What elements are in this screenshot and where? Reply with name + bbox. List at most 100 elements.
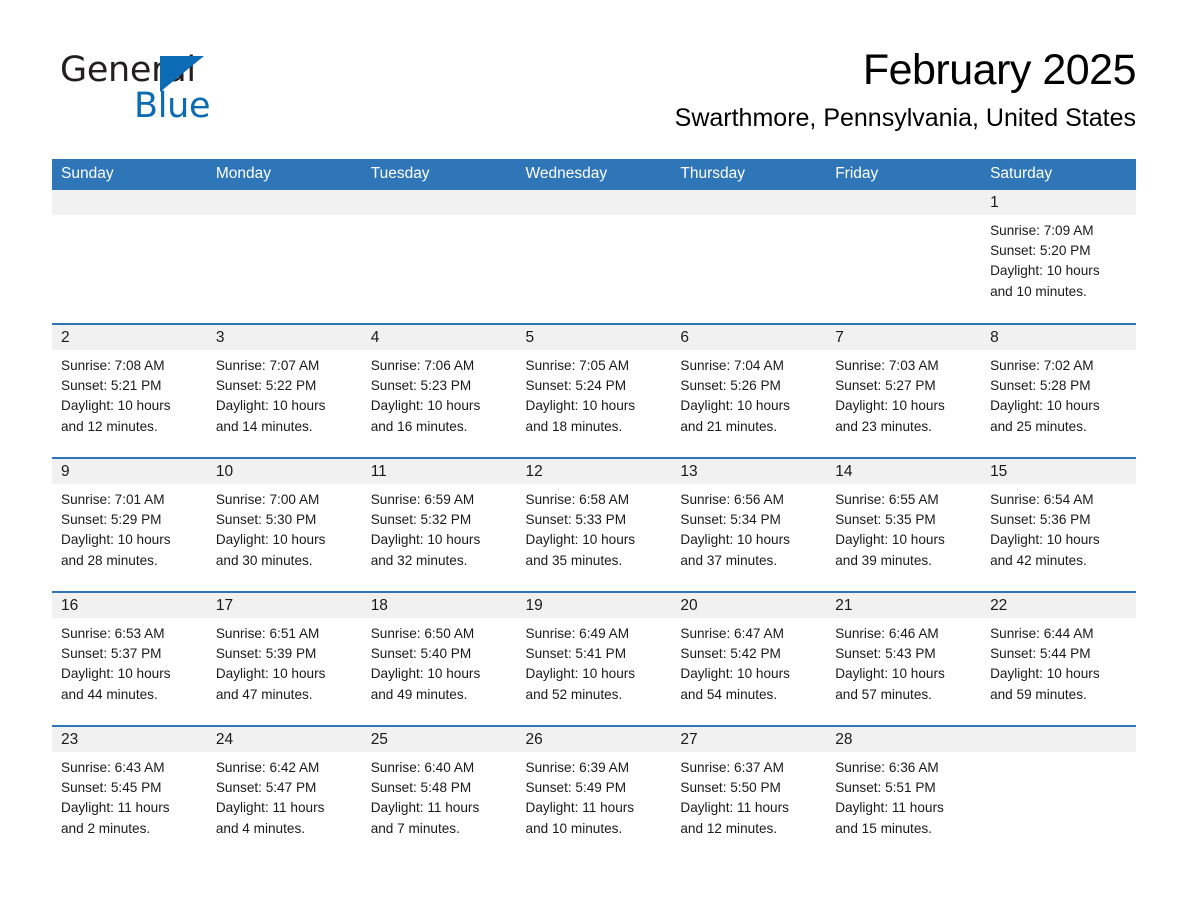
- sunset-time: Sunset: 5:21 PM: [61, 378, 162, 394]
- daylight-duration-line2: and 10 minutes.: [525, 820, 623, 836]
- calendar-cell-empty[interactable]: [826, 190, 982, 324]
- sunrise-time: Sunrise: 7:05 AM: [525, 358, 630, 373]
- sunrise-time: Sunrise: 7:08 AM: [61, 358, 165, 373]
- sunset-time: Sunset: 5:30 PM: [215, 512, 317, 528]
- calendar-day-cell[interactable]: 14 Sunrise: 6:55 AM Sunset: 5:35 PM Dayligh…: [826, 457, 982, 592]
- calendar-cell-empty[interactable]: [206, 190, 362, 324]
- calendar-day-cell[interactable]: 13 Sunrise: 6:56 AM Sunset: 5:34 PM Dayligh…: [671, 457, 827, 592]
- calendar-week-row: 1 Sunrise: 7:09 AM Sunset: 5:20 PM Daylight…: [52, 190, 1136, 324]
- sunset-time: Sunset: 5:48 PM: [370, 780, 472, 796]
- day-details: Sunrise: 7:02 AM Sunset: 5:28 PM Daylight:…: [981, 350, 1136, 437]
- page-title: February 2025: [862, 46, 1137, 94]
- day-number: 1: [981, 190, 1136, 215]
- day-details: Sunrise: 7:09 AM Sunset: 5:20 PM Daylight:…: [981, 215, 1136, 302]
- day-details: Sunrise: 6:47 AM Sunset: 5:42 PM Daylight:…: [671, 618, 826, 705]
- daylight-duration-line1: Daylight: 10 hours: [370, 532, 481, 548]
- title-block: February 2025 Swarthmore, Pennsylvania, …: [436, 44, 1137, 133]
- weekday-header-monday: Monday: [206, 159, 362, 190]
- day-number: 9: [52, 459, 207, 484]
- daylight-duration-line1: Daylight: 10 hours: [215, 398, 326, 414]
- sunrise-time: Sunrise: 6:44 AM: [990, 626, 1094, 641]
- sunset-time: Sunset: 5:40 PM: [370, 646, 472, 662]
- daylight-duration-line2: and 10 minutes.: [990, 283, 1087, 299]
- day-number-band-empty: [826, 190, 982, 215]
- calendar-day-cell[interactable]: 19 Sunrise: 6:49 AM Sunset: 5:41 PM Dayligh…: [516, 591, 672, 726]
- calendar-day-cell[interactable]: 20 Sunrise: 6:47 AM Sunset: 5:42 PM Dayligh…: [671, 591, 827, 726]
- daylight-duration-line2: and 23 minutes.: [835, 418, 932, 434]
- calendar-day-cell[interactable]: 25 Sunrise: 6:40 AM Sunset: 5:48 PM Dayligh…: [361, 725, 517, 860]
- calendar-day-cell[interactable]: 7 Sunrise: 7:03 AM Sunset: 5:27 PM Daylight…: [826, 323, 982, 458]
- day-details: Sunrise: 7:05 AM Sunset: 5:24 PM Daylight:…: [517, 350, 672, 437]
- sunset-time: Sunset: 5:42 PM: [680, 646, 781, 662]
- day-number: 28: [826, 727, 982, 752]
- daylight-duration-line1: Daylight: 10 hours: [680, 666, 790, 682]
- generalblue-logo[interactable]: General Blue: [60, 50, 270, 132]
- calendar-day-cell[interactable]: 15 Sunrise: 6:54 AM Sunset: 5:36 PM Dayligh…: [981, 457, 1136, 592]
- day-number: 20: [671, 593, 827, 618]
- sunrise-time: Sunrise: 6:37 AM: [680, 760, 784, 775]
- calendar-day-cell[interactable]: 11 Sunrise: 6:59 AM Sunset: 5:32 PM Dayligh…: [361, 457, 517, 592]
- calendar-day-cell[interactable]: 4 Sunrise: 7:06 AM Sunset: 5:23 PM Daylight…: [361, 323, 517, 458]
- calendar-cell-empty[interactable]: [361, 190, 517, 324]
- day-details: Sunrise: 6:36 AM Sunset: 5:51 PM Daylight:…: [826, 752, 981, 839]
- sunrise-time: Sunrise: 7:06 AM: [370, 358, 475, 373]
- weekday-header-row: Sunday Monday Tuesday Wednesday Thursday…: [52, 159, 1136, 190]
- daylight-duration-line1: Daylight: 10 hours: [990, 398, 1100, 414]
- calendar-day-cell[interactable]: 22 Sunrise: 6:44 AM Sunset: 5:44 PM Dayligh…: [981, 591, 1136, 726]
- day-number: 10: [206, 459, 362, 484]
- calendar-day-cell[interactable]: 16 Sunrise: 6:53 AM Sunset: 5:37 PM Dayligh…: [52, 591, 207, 726]
- daylight-duration-line2: and 14 minutes.: [215, 418, 313, 434]
- calendar-day-cell[interactable]: 8 Sunrise: 7:02 AM Sunset: 5:28 PM Daylight…: [981, 323, 1136, 458]
- calendar-day-cell[interactable]: 3 Sunrise: 7:07 AM Sunset: 5:22 PM Daylight…: [206, 323, 362, 458]
- calendar-day-cell[interactable]: 5 Sunrise: 7:05 AM Sunset: 5:24 PM Daylight…: [516, 323, 672, 458]
- day-number-band-empty: [516, 190, 672, 215]
- day-details: Sunrise: 6:53 AM Sunset: 5:37 PM Daylight:…: [52, 618, 207, 705]
- day-details: Sunrise: 6:46 AM Sunset: 5:43 PM Daylight:…: [826, 618, 981, 705]
- weekday-header-sunday: Sunday: [52, 159, 207, 190]
- daylight-duration-line1: Daylight: 10 hours: [525, 532, 636, 548]
- sunset-time: Sunset: 5:34 PM: [680, 512, 781, 528]
- calendar-day-cell[interactable]: 27 Sunrise: 6:37 AM Sunset: 5:50 PM Dayligh…: [671, 725, 827, 860]
- calendar-cell-empty[interactable]: [516, 190, 672, 324]
- calendar-day-cell[interactable]: 24 Sunrise: 6:42 AM Sunset: 5:47 PM Dayligh…: [206, 725, 362, 860]
- calendar-day-cell[interactable]: 23 Sunrise: 6:43 AM Sunset: 5:45 PM Dayligh…: [52, 725, 207, 860]
- sunset-time: Sunset: 5:32 PM: [370, 512, 472, 528]
- sunrise-time: Sunrise: 7:07 AM: [215, 358, 320, 373]
- daylight-duration-line1: Daylight: 10 hours: [370, 398, 481, 414]
- sunrise-time: Sunrise: 6:49 AM: [525, 626, 630, 641]
- calendar-day-cell[interactable]: 9 Sunrise: 7:01 AM Sunset: 5:29 PM Daylight…: [52, 457, 207, 592]
- calendar-day-cell[interactable]: 21 Sunrise: 6:46 AM Sunset: 5:43 PM Dayligh…: [826, 591, 982, 726]
- day-number: 16: [52, 593, 207, 618]
- daylight-duration-line1: Daylight: 10 hours: [990, 666, 1100, 682]
- daylight-duration-line1: Daylight: 10 hours: [61, 666, 171, 682]
- calendar-cell-empty[interactable]: [52, 190, 207, 324]
- calendar-week-row: 23 Sunrise: 6:43 AM Sunset: 5:45 PM Dayligh…: [52, 725, 1136, 860]
- calendar-day-cell[interactable]: 1 Sunrise: 7:09 AM Sunset: 5:20 PM Daylight…: [981, 190, 1136, 324]
- daylight-duration-line2: and 18 minutes.: [525, 418, 623, 434]
- calendar-day-cell[interactable]: 18 Sunrise: 6:50 AM Sunset: 5:40 PM Dayligh…: [361, 591, 517, 726]
- calendar-day-cell[interactable]: 28 Sunrise: 6:36 AM Sunset: 5:51 PM Dayligh…: [826, 725, 982, 860]
- sunrise-time: Sunrise: 6:47 AM: [680, 626, 784, 641]
- calendar-cell-empty[interactable]: [671, 190, 827, 324]
- calendar-cell-empty[interactable]: [981, 725, 1136, 860]
- logo-text-blue: Blue: [134, 86, 211, 126]
- sunrise-time: Sunrise: 6:59 AM: [370, 492, 475, 507]
- daylight-duration-line1: Daylight: 10 hours: [990, 263, 1100, 279]
- day-number: 25: [361, 727, 517, 752]
- day-details: Sunrise: 6:40 AM Sunset: 5:48 PM Daylight:…: [362, 752, 517, 839]
- daylight-duration-line1: Daylight: 11 hours: [215, 800, 325, 816]
- calendar-day-cell[interactable]: 17 Sunrise: 6:51 AM Sunset: 5:39 PM Dayligh…: [206, 591, 362, 726]
- calendar-day-cell[interactable]: 26 Sunrise: 6:39 AM Sunset: 5:49 PM Dayligh…: [516, 725, 672, 860]
- sunrise-time: Sunrise: 6:55 AM: [835, 492, 939, 507]
- daylight-duration-line1: Daylight: 10 hours: [835, 532, 945, 548]
- day-number: 27: [671, 727, 827, 752]
- calendar-day-cell[interactable]: 2 Sunrise: 7:08 AM Sunset: 5:21 PM Daylight…: [52, 323, 207, 458]
- daylight-duration-line1: Daylight: 11 hours: [370, 800, 480, 816]
- day-details: Sunrise: 6:50 AM Sunset: 5:40 PM Daylight:…: [362, 618, 517, 705]
- day-details: Sunrise: 6:39 AM Sunset: 5:49 PM Daylight:…: [517, 752, 672, 839]
- day-number: 13: [671, 459, 827, 484]
- calendar-day-cell[interactable]: 10 Sunrise: 7:00 AM Sunset: 5:30 PM Dayligh…: [206, 457, 362, 592]
- calendar-day-cell[interactable]: 12 Sunrise: 6:58 AM Sunset: 5:33 PM Dayligh…: [516, 457, 672, 592]
- daylight-duration-line2: and 32 minutes.: [370, 552, 468, 568]
- calendar-day-cell[interactable]: 6 Sunrise: 7:04 AM Sunset: 5:26 PM Daylight…: [671, 323, 827, 458]
